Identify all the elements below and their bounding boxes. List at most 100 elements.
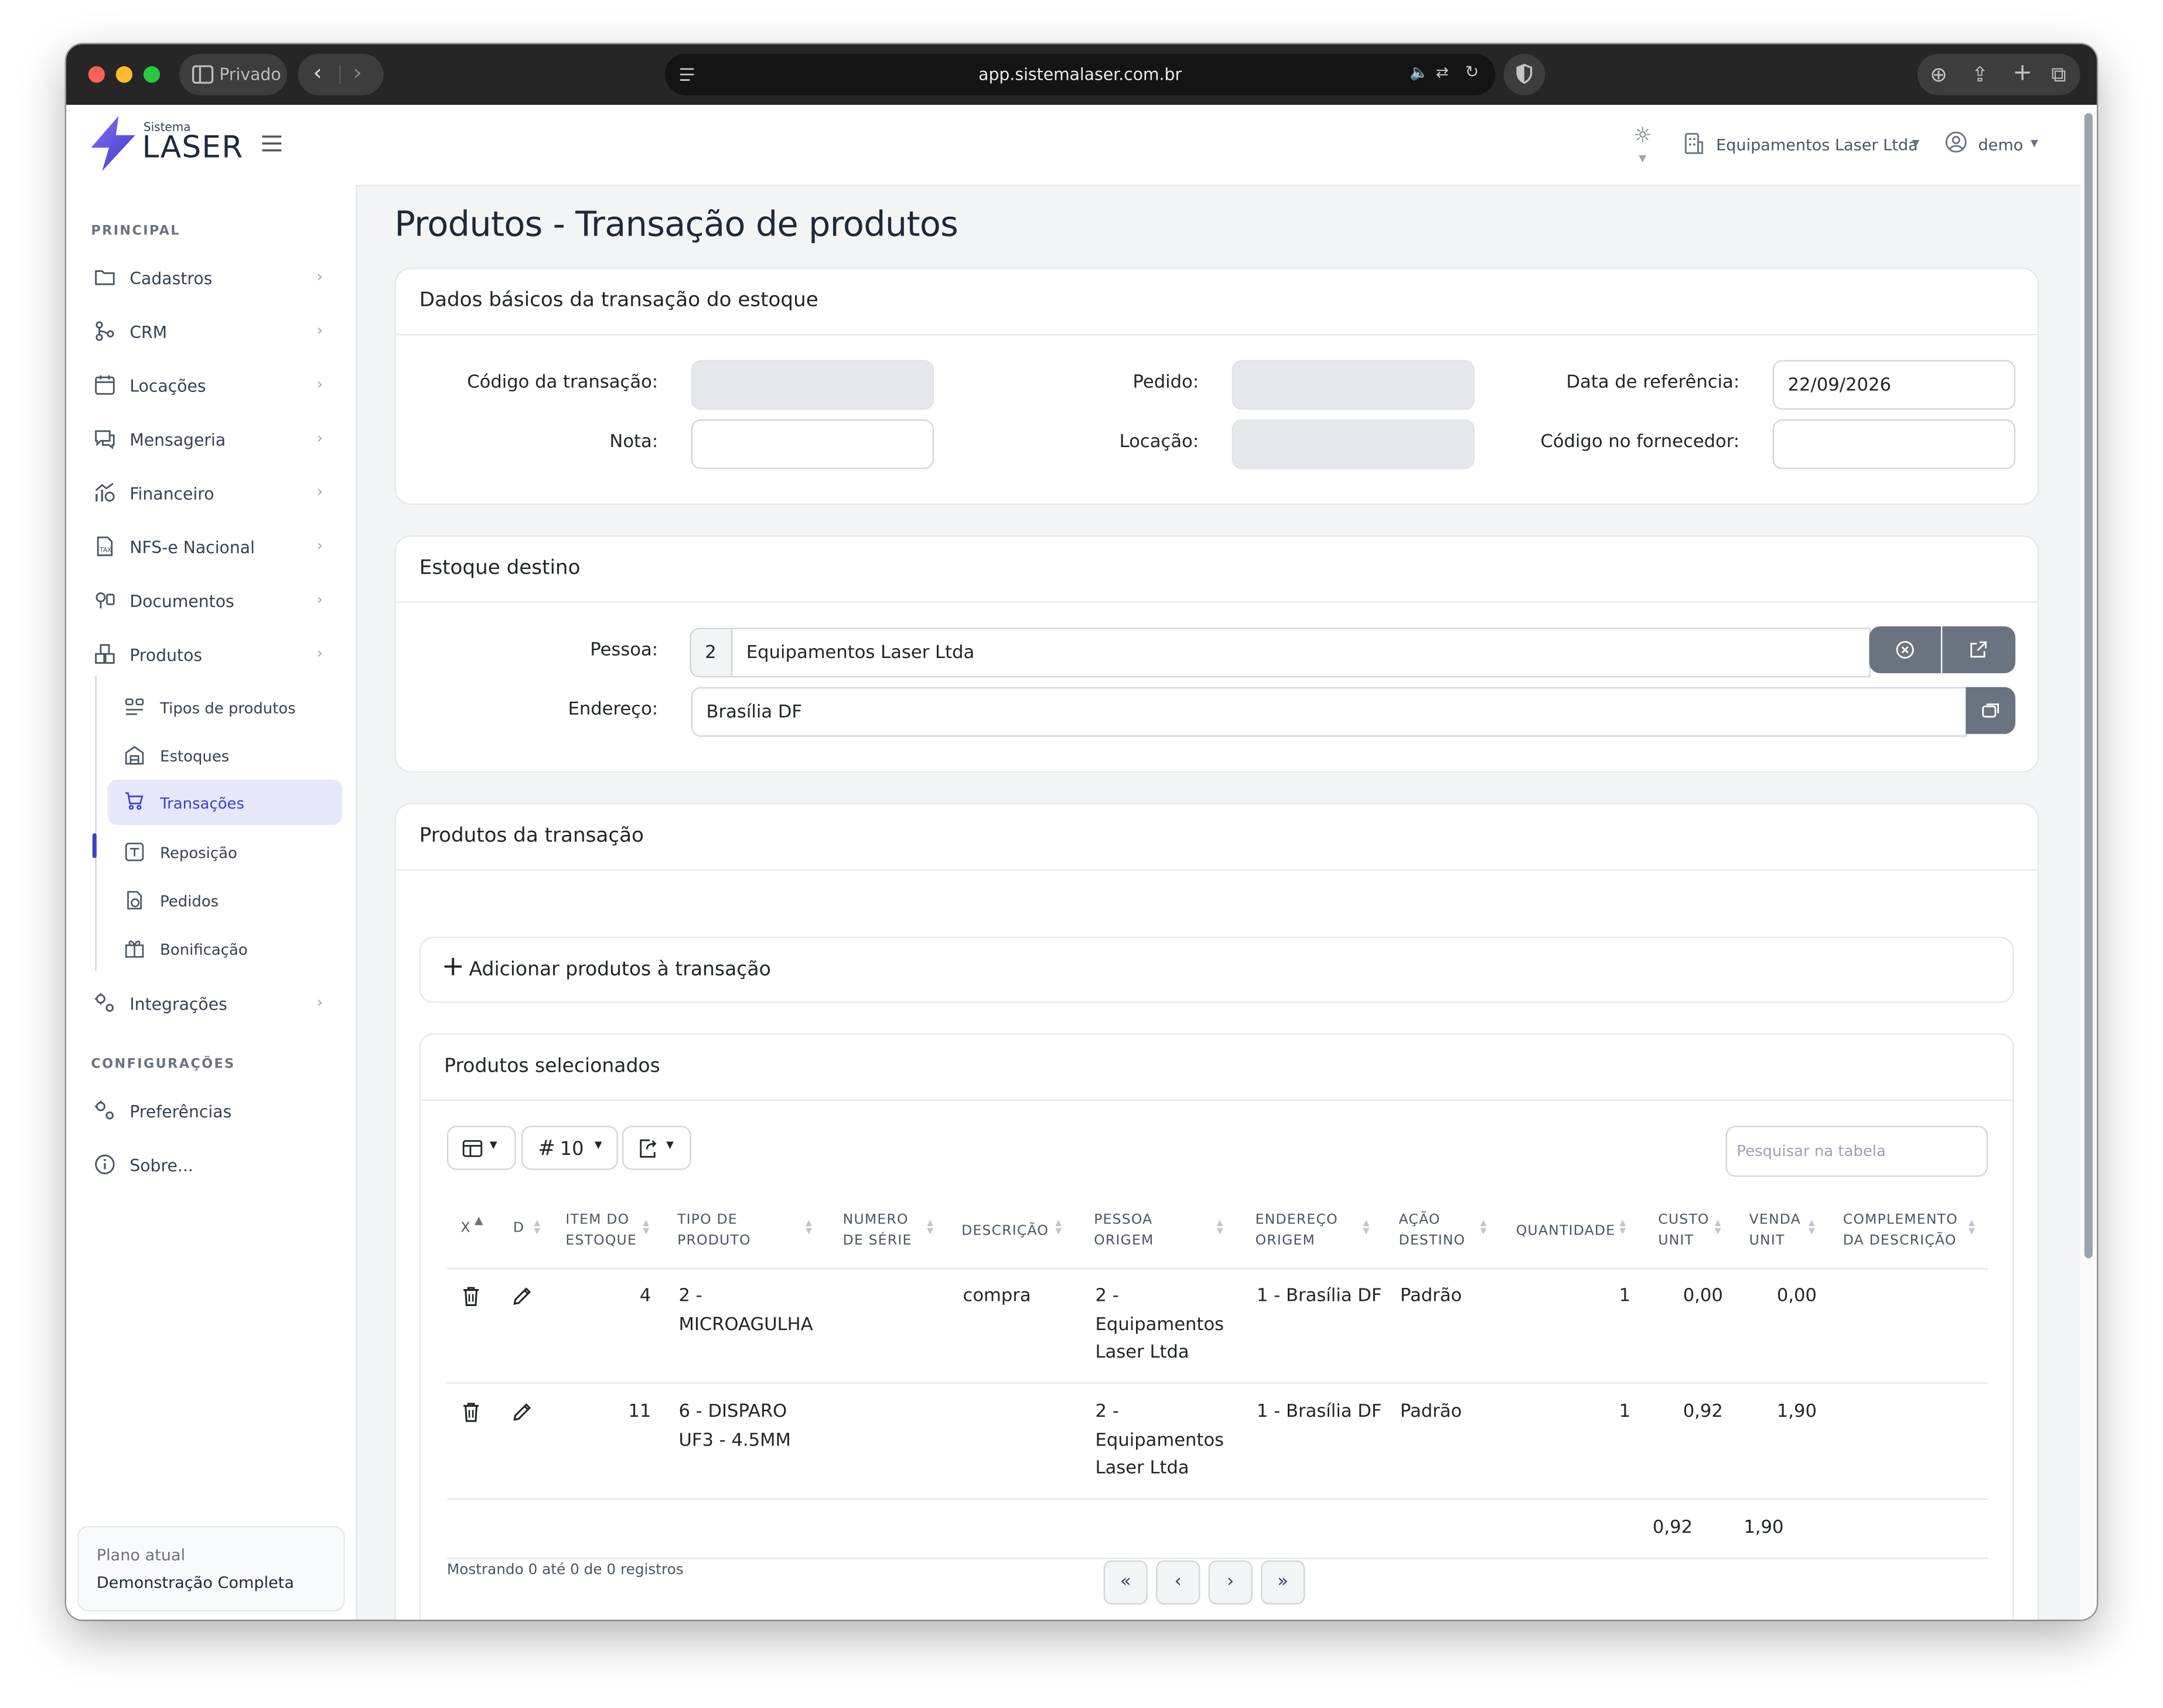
user-avatar-icon[interactable] — [1945, 131, 1967, 154]
produtos-title: Produtos da transação — [419, 825, 644, 847]
user-caret-icon[interactable]: ▼ — [2031, 138, 2038, 149]
col-header-acao-destino[interactable]: AÇÃO DESTINO — [1399, 1210, 1466, 1252]
sidebar-item-crm[interactable]: CRM › — [80, 309, 342, 356]
nota-input[interactable] — [691, 419, 934, 469]
clear-pessoa-button[interactable] — [1869, 626, 1941, 674]
close-window-button[interactable] — [88, 66, 105, 83]
col-header-d[interactable]: D — [513, 1218, 524, 1239]
columns-toggle-button[interactable]: ▼ — [446, 1126, 516, 1170]
sort-asc-icon: ▲ — [474, 1214, 483, 1227]
col-header-custo-unit[interactable]: CUSTO UNIT — [1658, 1210, 1709, 1252]
tabs-overview-icon[interactable]: ⧉ — [2051, 54, 2066, 96]
sidebar-item-documentos[interactable]: Documentos › — [80, 578, 342, 625]
codigo-transacao-input — [691, 360, 934, 410]
col-header-endereco-origem[interactable]: ENDEREÇO ORIGEM — [1256, 1210, 1338, 1252]
col-header-tipo-de-produto[interactable]: TIPO DE PRODUTO — [677, 1210, 751, 1252]
sidebar-item-cadastros[interactable]: Cadastros › — [80, 255, 342, 302]
sidebar-item-financeiro[interactable]: Financeiro › — [80, 471, 342, 517]
forward-icon[interactable]: › — [353, 59, 362, 86]
locacao-label: Locação: — [1119, 431, 1199, 453]
cell-acao: Padrão — [1400, 1286, 1462, 1307]
col-header-descricao[interactable]: DESCRIÇÃO — [961, 1221, 1049, 1242]
edit-pencil-icon[interactable] — [512, 1286, 533, 1306]
translate-icon[interactable]: ⇄ — [1436, 63, 1449, 81]
hamburger-menu-icon[interactable] — [262, 135, 282, 152]
sidebar-subitem-reposicao[interactable]: Reposição — [108, 830, 342, 874]
hash-icon: # — [538, 1135, 555, 1161]
sidebar-item-integracoes[interactable]: Integrações › — [80, 981, 342, 1028]
pagination-prev-button[interactable]: ‹ — [1156, 1560, 1200, 1605]
sidebar-item-preferencias[interactable]: Preferências — [80, 1089, 342, 1136]
data-referencia-input[interactable]: 22/09/2026 — [1772, 360, 2016, 410]
share-icon[interactable]: ⇪ — [1971, 54, 1989, 96]
sidebar-subitem-transacoes[interactable]: Transações — [107, 779, 342, 826]
table-search-input[interactable]: Pesquisar na tabela — [1725, 1126, 1988, 1177]
maximize-window-button[interactable] — [143, 66, 161, 83]
data-referencia-label: Data de referência: — [1566, 372, 1740, 394]
company-caret-icon[interactable]: ▼ — [1912, 138, 1919, 149]
row-divider — [446, 1498, 1988, 1500]
chevron-right-icon: › — [316, 993, 323, 1011]
chevron-right-icon: › — [316, 644, 323, 663]
new-tab-icon[interactable]: + — [2012, 52, 2032, 94]
private-tab-button[interactable]: Privado — [179, 53, 287, 96]
cell-descricao: compra — [963, 1286, 1031, 1307]
user-menu[interactable]: demo — [1978, 135, 2023, 155]
select-endereco-button[interactable] — [1966, 687, 2016, 734]
col-header-venda-unit[interactable]: VENDA UNIT — [1749, 1210, 1801, 1252]
pagination-next-button[interactable]: › — [1208, 1560, 1253, 1605]
sidebar-item-produtos[interactable]: Produtos › — [80, 632, 342, 679]
sidebar-item-sobre[interactable]: Sobre... — [80, 1143, 342, 1189]
col-header-complemento-da-descricao[interactable]: COMPLEMENTO DA DESCRIÇÃO — [1843, 1210, 1958, 1252]
add-produtos-panel[interactable]: + Adicionar produtos à transação — [419, 936, 2014, 1003]
company-selector[interactable]: Equipamentos Laser Ltda — [1716, 135, 1918, 155]
laser-logo-icon[interactable] — [88, 114, 138, 172]
col-header-numero-de-serie[interactable]: NUMERO DE SÉRIE — [843, 1210, 912, 1252]
codigo-fornecedor-input[interactable] — [1772, 419, 2016, 469]
pagination-first-button[interactable]: « — [1103, 1560, 1148, 1605]
integrations-icon — [94, 993, 114, 1012]
minimize-window-button[interactable] — [115, 66, 133, 83]
sidebar-subitem-label: Estoques — [160, 748, 230, 766]
sidebar-item-nfse-nacional[interactable]: TAX NFS-e Nacional › — [80, 524, 342, 571]
export-button[interactable]: ▼ — [622, 1126, 691, 1170]
trash-icon[interactable] — [462, 1286, 480, 1306]
reload-icon[interactable]: ↻ — [1465, 62, 1479, 81]
pessoa-nome-field[interactable]: Equipamentos Laser Ltda — [731, 628, 1871, 678]
sidebar-subitem-pedidos[interactable]: Pedidos — [108, 879, 342, 923]
sort-icon: ▲ ▼ — [1363, 1218, 1370, 1236]
sidebar-item-locacoes[interactable]: Locações › — [80, 363, 342, 410]
cell-custo: 0,92 — [1683, 1402, 1723, 1423]
sidebar-item-mensageria[interactable]: Mensageria › — [80, 417, 342, 463]
col-header-quantidade[interactable]: QUANTIDADE — [1516, 1221, 1615, 1242]
col-header-x[interactable]: X — [460, 1218, 470, 1239]
address-bar[interactable]: app.sistemalaser.com.br 🔈 ⇄ ↻ — [664, 53, 1496, 96]
edit-pencil-icon[interactable] — [512, 1402, 533, 1422]
scrollbar-thumb[interactable] — [2084, 113, 2093, 1259]
page-size-button[interactable]: # 10 ▼ — [521, 1126, 618, 1170]
sidebar-subitem-estoques[interactable]: Estoques — [108, 734, 342, 778]
documents-icon — [95, 592, 115, 609]
col-header-item-do-estoque[interactable]: ITEM DO ESTOQUE — [565, 1210, 637, 1252]
pagination-last-button[interactable]: » — [1261, 1560, 1305, 1605]
theme-caret-icon[interactable]: ▼ — [1639, 153, 1646, 164]
warehouse-icon — [125, 746, 144, 765]
back-icon[interactable]: ‹ — [313, 59, 322, 86]
speaker-icon[interactable]: 🔈 — [1410, 63, 1428, 81]
url-text: app.sistemalaser.com.br — [978, 64, 1182, 84]
shield-button[interactable] — [1503, 53, 1546, 96]
caret-down-icon: ▼ — [489, 1139, 497, 1151]
download-icon[interactable]: ⊕ — [1930, 54, 1947, 96]
theme-sun-icon[interactable]: ☼ — [1633, 123, 1652, 148]
sidebar-subitem-bonificacao[interactable]: Bonificação — [108, 927, 342, 971]
endereco-field[interactable]: Brasília DF — [691, 687, 1967, 737]
open-pessoa-button[interactable] — [1942, 626, 2016, 674]
sidebar-subitem-tipos-de-produtos[interactable]: Tipos de produtos — [108, 686, 342, 729]
col-header-pessoa-origem[interactable]: PESSOA ORIGEM — [1094, 1210, 1154, 1252]
columns-icon — [462, 1140, 483, 1157]
browser-actions: ⊕ ⇪ + ⧉ — [1917, 52, 2080, 96]
data-referencia-value: 22/09/2026 — [1787, 375, 1891, 396]
page-scrollbar[interactable] — [2080, 104, 2097, 1620]
cell-venda: 0,00 — [1776, 1286, 1817, 1307]
trash-icon[interactable] — [462, 1402, 480, 1422]
